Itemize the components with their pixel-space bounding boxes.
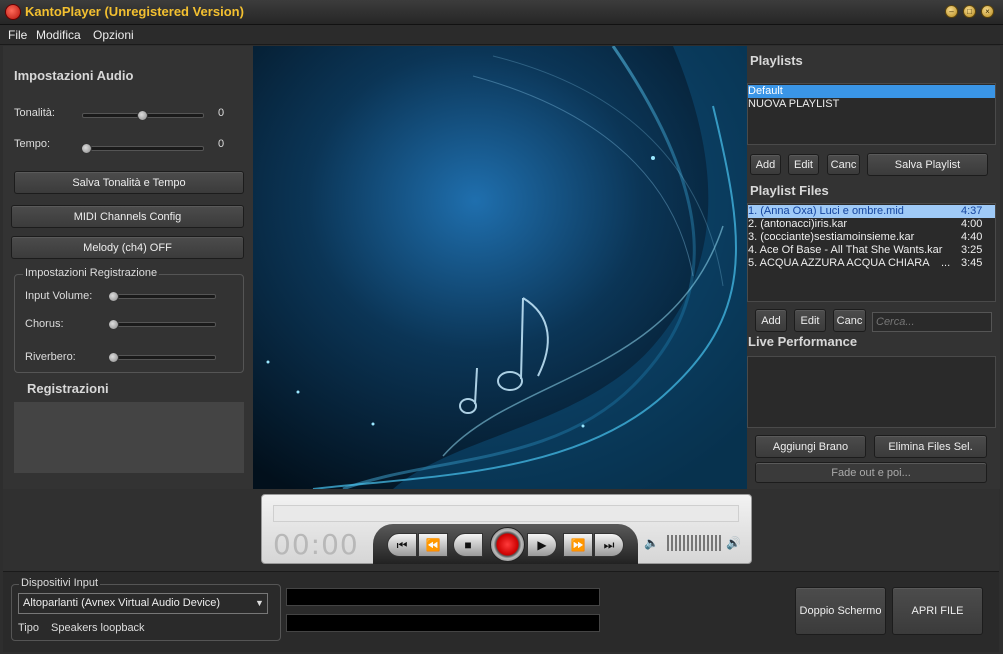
melody-toggle-button[interactable]: Melody (ch4) OFF — [11, 236, 244, 259]
playlist-item-label: NUOVA PLAYLIST — [748, 98, 840, 110]
file-name: 1. (Anna Oxa) Luci e ombre.mid — [748, 205, 904, 217]
midi-channels-button[interactable]: MIDI Channels Config — [11, 205, 244, 228]
volume-high-icon[interactable]: 🔊 — [726, 536, 741, 550]
file-name-ellipsis: ... — [941, 257, 951, 269]
audio-settings-heading: Impostazioni Audio — [14, 68, 134, 83]
file-row[interactable]: 4. Ace Of Base - All That She Wants.kar … — [748, 244, 995, 257]
playlist-item[interactable]: NUOVA PLAYLIST — [748, 98, 839, 111]
dual-screen-button[interactable]: Doppio Schermo — [795, 587, 886, 635]
playlist-add-button[interactable]: Add — [750, 154, 781, 175]
file-name: 4. Ace Of Base - All That She Wants.kar — [748, 244, 943, 256]
input-device-select[interactable]: Altoparlanti (Avnex Virtual Audio Device… — [18, 593, 268, 614]
chevron-down-icon[interactable]: ▼ — [255, 598, 264, 608]
seek-bar[interactable] — [273, 505, 739, 522]
tempo-slider[interactable] — [82, 146, 204, 151]
tempo-slider-thumb[interactable] — [81, 143, 92, 154]
playlists-heading: Playlists — [750, 53, 803, 68]
maximize-icon[interactable]: □ — [963, 5, 976, 18]
chorus-slider[interactable] — [110, 322, 216, 327]
record-icon[interactable] — [490, 527, 525, 562]
file-edit-button[interactable]: Edit — [794, 309, 826, 332]
live-performance-heading: Live Performance — [748, 334, 858, 349]
file-canc-button[interactable]: Canc — [833, 309, 866, 332]
chorus-thumb[interactable] — [108, 319, 119, 330]
volume-slider[interactable] — [667, 535, 723, 551]
tonalita-value: 0 — [218, 107, 225, 119]
input-volume-thumb[interactable] — [108, 291, 119, 302]
tipo-label: Tipo — [18, 622, 39, 634]
skip-back-icon[interactable]: ⏮ — [387, 533, 417, 557]
file-duration: 3:45 — [961, 257, 983, 269]
stop-icon[interactable]: ■ — [453, 533, 483, 557]
file-name: 3. (cocciante)sestiamoinsieme.kar — [748, 231, 915, 243]
input-devices-title: Dispositivi Input — [19, 577, 101, 589]
file-row[interactable]: 3. (cocciante)sestiamoinsieme.kar 4:40 — [748, 231, 995, 244]
tempo-label: Tempo: — [14, 138, 51, 150]
level-meter-right — [286, 614, 600, 632]
playlist-canc-button[interactable]: Canc — [827, 154, 860, 175]
visualizer-artwork — [253, 46, 747, 489]
time-display: 00:00 — [273, 528, 359, 561]
tempo-value: 0 — [218, 138, 225, 150]
tonalita-label: Tonalità: — [14, 107, 55, 119]
open-file-button[interactable]: APRI FILE — [892, 587, 983, 635]
add-song-button[interactable]: Aggiungi Brano — [755, 435, 866, 458]
rewind-icon[interactable]: ⏪ — [418, 533, 448, 557]
file-name: 5. ACQUA AZZURA ACQUA CHIARA — [748, 257, 930, 269]
playlists-list[interactable]: Default NUOVA PLAYLIST — [747, 83, 996, 145]
riverbero-thumb[interactable] — [108, 352, 119, 363]
tonalita-slider-thumb[interactable] — [137, 110, 148, 121]
input-volume-label: Input Volume: — [25, 290, 93, 302]
remove-files-button[interactable]: Elimina Files Sel. — [874, 435, 987, 458]
fade-out-button[interactable]: Fade out e poi... — [755, 462, 987, 483]
recordings-list[interactable] — [14, 402, 244, 473]
live-performance-list[interactable] — [747, 356, 996, 428]
menu-file[interactable]: File — [8, 28, 27, 42]
volume-low-icon[interactable]: 🔈 — [644, 536, 659, 550]
recording-settings-title: Impostazioni Registrazione — [23, 267, 160, 279]
file-add-button[interactable]: Add — [755, 309, 787, 332]
close-icon[interactable]: × — [981, 5, 994, 18]
menu-opzioni[interactable]: Opzioni — [93, 28, 134, 42]
chorus-label: Chorus: — [25, 318, 64, 330]
file-row[interactable]: 5. ACQUA AZZURA ACQUA CHIARA ... 3:45 — [748, 257, 995, 270]
save-playlist-button[interactable]: Salva Playlist — [867, 153, 988, 176]
file-duration: 4:40 — [961, 231, 983, 243]
playlist-files-heading: Playlist Files — [750, 183, 829, 198]
save-tone-tempo-button[interactable]: Salva Tonalità e Tempo — [14, 171, 244, 194]
visualizer — [253, 46, 747, 489]
level-meter-left — [286, 588, 600, 606]
input-volume-slider[interactable] — [110, 294, 216, 299]
window-title: KantoPlayer (Unregistered Version) — [25, 4, 244, 19]
file-name: 2. (antonacci)iris.kar — [748, 218, 848, 230]
file-duration: 4:37 — [961, 205, 983, 217]
playlist-item-label: Default — [748, 85, 783, 97]
skip-forward-icon[interactable]: ⏭ — [594, 533, 624, 557]
app-icon — [5, 4, 21, 20]
fast-forward-icon[interactable]: ⏩ — [563, 533, 593, 557]
search-input[interactable] — [872, 312, 992, 332]
file-row[interactable]: 2. (antonacci)iris.kar 4:00 — [748, 218, 995, 231]
file-duration: 4:00 — [961, 218, 983, 230]
input-device-selected: Altoparlanti (Avnex Virtual Audio Device… — [23, 597, 221, 609]
minimize-icon[interactable]: – — [945, 5, 958, 18]
play-icon[interactable]: ▶ — [527, 533, 557, 557]
riverbero-slider[interactable] — [110, 355, 216, 360]
registrazioni-heading: Registrazioni — [27, 381, 109, 396]
tipo-value: Speakers loopback — [51, 622, 145, 634]
file-row[interactable]: 1. (Anna Oxa) Luci e ombre.mid 4:37 — [748, 205, 995, 218]
menu-modifica[interactable]: Modifica — [36, 28, 81, 42]
playlist-edit-button[interactable]: Edit — [788, 154, 819, 175]
file-duration: 3:25 — [961, 244, 983, 256]
playlist-item[interactable]: Default — [748, 85, 995, 98]
playlist-files-list[interactable]: 1. (Anna Oxa) Luci e ombre.mid 4:37 2. (… — [747, 203, 996, 302]
menu-bar: File Modifica Opzioni — [0, 25, 1003, 45]
riverbero-label: Riverbero: — [25, 351, 76, 363]
